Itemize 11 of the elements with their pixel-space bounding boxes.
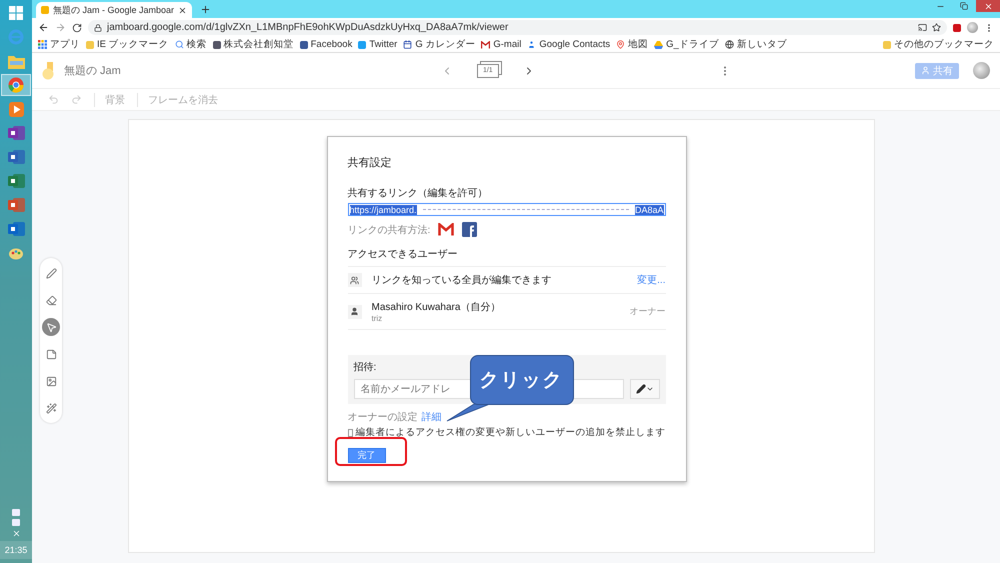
person-name: リンクを知っている全員が編集できます (372, 274, 552, 287)
link-label: 共有するリンク（編集を許可） (348, 186, 488, 200)
share-via-label: リンクの共有方法: (348, 224, 430, 236)
dialog-title: 共有設定 (348, 156, 392, 170)
section-heading: アクセスできるユーザー (348, 247, 666, 267)
person-name: Masahiro Kuwahara（自分） (372, 301, 500, 314)
invite-label: 招待: (354, 360, 378, 374)
role-label: オーナー (630, 305, 666, 318)
owner-settings-label: オーナーの設定 (348, 410, 418, 424)
person-account: triz (372, 314, 384, 323)
callout-tooltip: クリック (470, 355, 574, 405)
